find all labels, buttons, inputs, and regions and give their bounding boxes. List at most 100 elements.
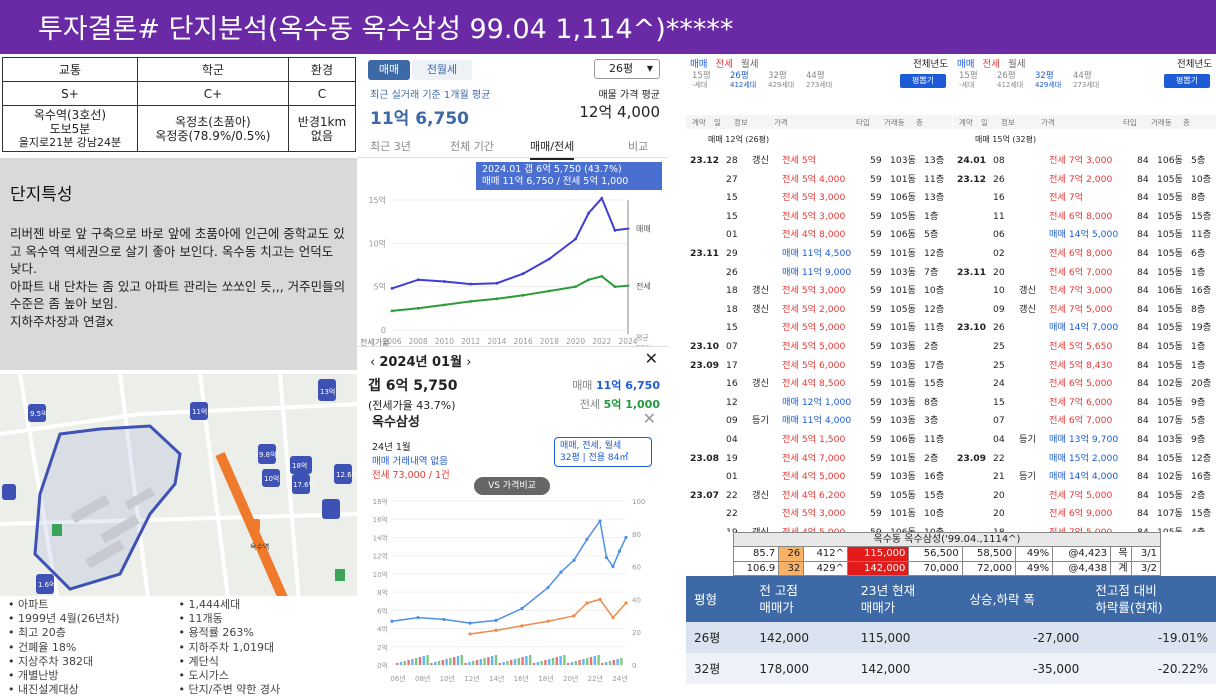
- table-row[interactable]: 23.11 20 전세 6억 7,000 84 105동 1층: [953, 264, 1216, 282]
- deal-tab[interactable]: 전세: [715, 59, 732, 70]
- table-row[interactable]: 21 등기 매매 14억 4,000 84 102동 16층: [953, 468, 1216, 486]
- tab-recent-3y[interactable]: 최근 3년: [370, 138, 411, 154]
- deal-type-filter[interactable]: 매매, 전세, 월세 32평 | 전용 84㎡: [554, 437, 652, 467]
- table-row[interactable]: 15 전세 7억 6,000 84 105동 9층: [953, 394, 1216, 412]
- complex-map[interactable]: 9.5억 11억 13억 9.8억 10억 18억 17.6억 12.6억 1.6억 옥수역: [0, 374, 357, 614]
- size-option[interactable]: 32평 429세대: [1035, 72, 1061, 90]
- table-row[interactable]: 23.11 29 매매 11억 4,500 59 101동 12층: [686, 245, 952, 263]
- cell: 84: [1137, 471, 1149, 483]
- size-option[interactable]: 44평 273세대: [806, 72, 832, 90]
- y-tick-label: 4억: [377, 626, 388, 634]
- table-row[interactable]: 04 전세 5억 1,500 59 106동 11층: [686, 431, 952, 449]
- table-row[interactable]: 09 등기 매매 11억 4,000 59 103동 3층: [686, 412, 952, 430]
- calc-cell: 3/2: [1130, 560, 1162, 577]
- table-row[interactable]: 15 전세 5억 3,000 59 105동 1층: [686, 208, 952, 226]
- size-option[interactable]: 32평 429세대: [768, 72, 794, 90]
- traits-text: 리버젠 바로 앞 구축으로 바로 앞에 초품아에 인근에 중학교도 있고 옥수역…: [10, 226, 346, 329]
- month-nav[interactable]: ‹ 2024년 01월 ›: [370, 351, 471, 370]
- deal-tab[interactable]: 매매: [957, 59, 974, 70]
- year-select[interactable]: 전체년도: [913, 56, 948, 70]
- table-row[interactable]: 15 전세 5억 3,000 59 106동 13층: [686, 189, 952, 207]
- table-row[interactable]: 23.10 07 전세 5억 5,000 59 103동 2층: [686, 338, 952, 356]
- calc-cell: 115,000: [847, 546, 910, 562]
- col-header: 일: [981, 118, 988, 127]
- table-row[interactable]: 23.12 26 전세 7억 2,000 84 105동 10층: [953, 171, 1216, 189]
- deal-tab[interactable]: 전세: [982, 59, 999, 70]
- table-row[interactable]: 01 전세 4억 5,000 59 103동 16층: [686, 468, 952, 486]
- deal-tab[interactable]: 월세: [741, 59, 758, 70]
- size-option[interactable]: 15평 -세대: [692, 72, 711, 90]
- table-row[interactable]: 24 전세 6억 5,000 84 102동 20층: [953, 375, 1216, 393]
- cell: 전세 6억 7,000: [1049, 415, 1113, 427]
- tab-sale[interactable]: 매매: [368, 60, 410, 80]
- cell: 23.11: [690, 248, 720, 259]
- table-row[interactable]: 19 갱신 전세 4억 5,000 59 106동 10층: [686, 524, 952, 532]
- size-option[interactable]: 26평 412세대: [997, 72, 1023, 90]
- deal-type-tabs[interactable]: 매매 전세 월세: [690, 56, 766, 70]
- pinned-deal[interactable]: 매매 12억 (26평): [708, 134, 769, 145]
- calc-cell: 85.7: [732, 546, 780, 562]
- table-row[interactable]: 02 전세 6억 8,000 84 105동 6층: [953, 245, 1216, 263]
- cell: 105동: [1157, 173, 1183, 185]
- table-row[interactable]: 25 전세 5억 5,650 84 105동 1층: [953, 338, 1216, 356]
- close-icon[interactable]: ✕: [645, 349, 658, 368]
- table-row[interactable]: 23.07 22 갱신 전세 4억 6,200 59 105동 15층: [686, 487, 952, 505]
- close-icon[interactable]: ✕: [643, 409, 656, 428]
- size-households: 273세대: [806, 81, 833, 89]
- vs-compare-button[interactable]: VS 가격비교: [474, 477, 550, 495]
- table-row[interactable]: 12 매매 12억 1,000 59 103동 8층: [686, 394, 952, 412]
- table-row[interactable]: 18 갱신 전세 5억 3,000 59 101동 10층: [686, 282, 952, 300]
- cell: 106동: [890, 434, 916, 445]
- calc-cell: 106.9: [732, 560, 780, 577]
- pick-size-button[interactable]: 평뽑기: [900, 74, 946, 88]
- table-row[interactable]: 20 전세 6억 9,000 84 107동 15층: [953, 505, 1216, 523]
- cell: 101동: [890, 285, 916, 297]
- table-row[interactable]: 23.12 28 갱신 전세 5억 59 103동 13층: [686, 152, 952, 170]
- table-row[interactable]: 20 전세 7억 5,000 84 105동 2층: [953, 487, 1216, 505]
- size-select[interactable]: 26평 ▼: [594, 59, 660, 79]
- size-option[interactable]: 15평 -세대: [959, 72, 978, 90]
- table-row[interactable]: 15 전세 5억 5,000 59 101동 11층: [686, 319, 952, 337]
- tab-sale-jeonse[interactable]: 매매/전세: [530, 138, 575, 160]
- table-row[interactable]: 18 갱신 전세 5억 2,000 59 105동 12층: [686, 301, 952, 319]
- table-row[interactable]: 23.08 19 전세 4억 7,000 59 101동 2층: [686, 450, 952, 468]
- deal-tab[interactable]: 매매: [690, 59, 707, 70]
- deal-type-tabs[interactable]: 매매 전세 월세: [957, 56, 1033, 70]
- table-row[interactable]: 16 갱신 전세 4억 8,500 59 101동 15층: [686, 375, 952, 393]
- volume-bar: [551, 658, 555, 665]
- table-row[interactable]: 26 매매 11억 9,000 59 103동 7층: [686, 264, 952, 282]
- table-row[interactable]: 16 전세 7억 84 105동 8층: [953, 189, 1216, 207]
- table-row[interactable]: 01 전세 4억 8,000 59 106동 5층: [686, 226, 952, 244]
- size-option[interactable]: 26평 412세대: [730, 72, 756, 90]
- table-row[interactable]: 11 전세 6억 8,000 84 105동 15층: [953, 208, 1216, 226]
- cell: 105동: [1157, 396, 1183, 408]
- table-row[interactable]: 23.09 22 매매 15억 2,000 84 105동 12층: [953, 450, 1216, 468]
- table-row[interactable]: 10 갱신 전세 7억 3,000 84 106동 16층: [953, 282, 1216, 300]
- cell: 22: [726, 489, 738, 501]
- tab-compare[interactable]: 비교: [628, 138, 648, 154]
- cell: 107동: [1157, 415, 1183, 427]
- table-row[interactable]: 23.09 17 전세 5억 6,000 59 103동 17층: [686, 357, 952, 375]
- cell: 10층: [924, 508, 945, 520]
- cell: 5층: [1191, 155, 1206, 166]
- table-row[interactable]: 04 등기 매매 13억 9,700 84 103동 9층: [953, 431, 1216, 449]
- size-option[interactable]: 44평 273세대: [1073, 72, 1099, 90]
- deal-tab[interactable]: 월세: [1008, 59, 1025, 70]
- table-row[interactable]: 22 전세 5억 3,000 59 101동 10층: [686, 505, 952, 523]
- table-row[interactable]: 06 매매 14억 5,000 84 105동 11층: [953, 226, 1216, 244]
- table-row[interactable]: 25 전세 5억 8,430 84 105동 1층: [953, 357, 1216, 375]
- tab-all-period[interactable]: 전체 기간: [450, 138, 494, 154]
- pick-size-button[interactable]: 평뽑기: [1164, 74, 1210, 88]
- pinned-deal[interactable]: 매매 15억 (32평): [975, 134, 1036, 145]
- cell: 105동: [1157, 489, 1183, 501]
- table-row[interactable]: 18 전세 7억 5,000 84 105동 4층: [953, 524, 1216, 532]
- year-select[interactable]: 전체년도: [1177, 56, 1212, 70]
- tab-rent[interactable]: 전월세: [412, 60, 472, 80]
- volume-bar: [407, 660, 410, 665]
- table-row[interactable]: 24.01 08 전세 7억 3,000 84 106동 5층: [953, 152, 1216, 170]
- data-point: [624, 535, 628, 540]
- table-row[interactable]: 09 갱신 전세 7억 5,000 84 105동 8층: [953, 301, 1216, 319]
- table-row[interactable]: 23.10 26 매매 14억 7,000 84 105동 19층: [953, 319, 1216, 337]
- table-row[interactable]: 07 전세 6억 7,000 84 107동 5층: [953, 412, 1216, 430]
- table-row[interactable]: 27 전세 5억 4,000 59 101동 11층: [686, 171, 952, 189]
